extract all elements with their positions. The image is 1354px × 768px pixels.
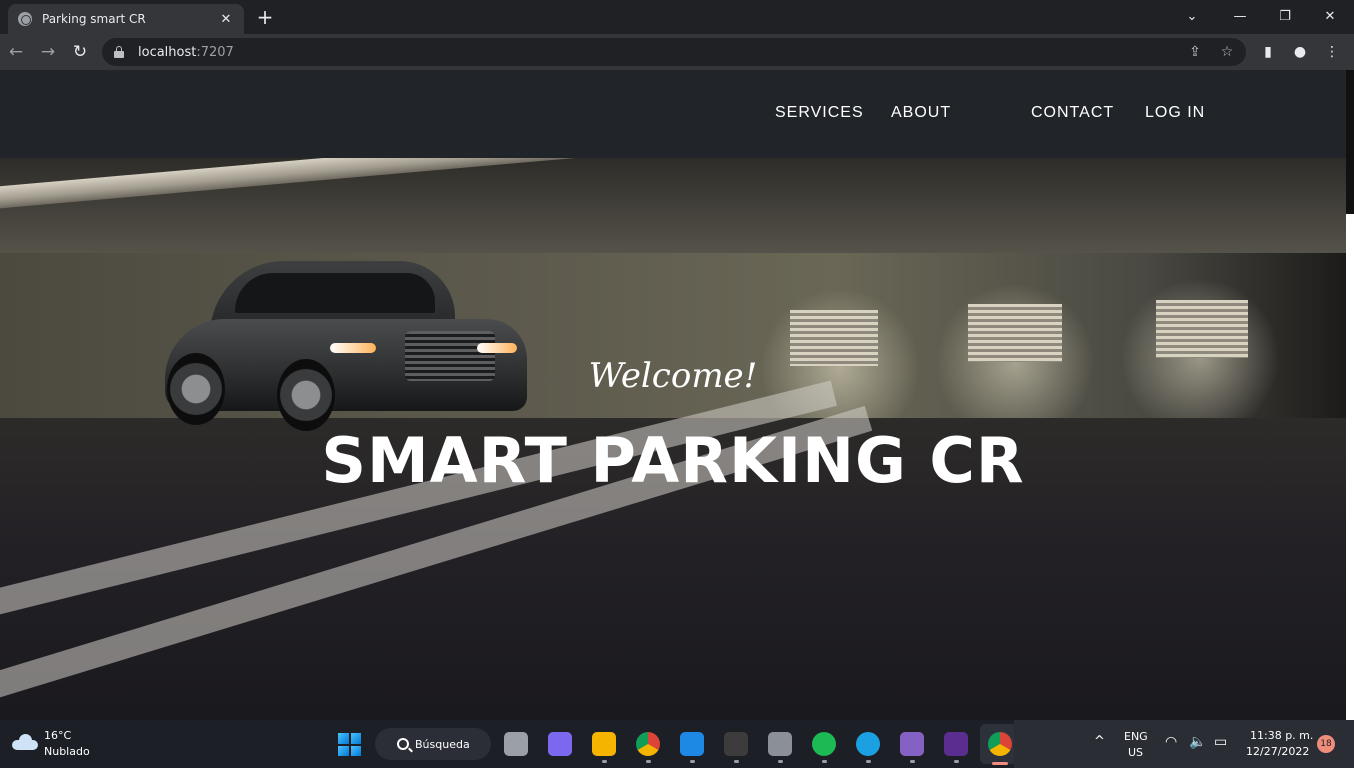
show-hidden-icons-icon[interactable]: ^ [1094,734,1105,749]
start-button[interactable] [338,733,361,756]
hero-bg-vent [1156,300,1248,358]
vscode-icon[interactable] [680,732,704,756]
hero-section: Welcome! SMART PARKING CR [0,158,1346,720]
hero-title: SMART PARKING CR [321,424,1025,497]
browser-toolbar: ← → ↻ localhost:7207 ⇪ ☆ ▮ ● ⋮ [0,34,1354,70]
bookmark-star-icon[interactable]: ☆ [1218,44,1236,60]
menu-icon[interactable]: ⋮ [1322,42,1342,62]
nav-about-link[interactable]: ABOUT [891,104,951,122]
running-app-indicator [954,760,959,763]
running-app-indicator [734,760,739,763]
profile-icon[interactable]: ● [1290,42,1310,62]
side-panel-icon[interactable]: ▮ [1258,42,1278,62]
running-app-indicator [646,760,651,763]
site-navbar: SERVICES ABOUT CONTACT LOG IN [0,70,1346,158]
input-region[interactable]: US [1128,746,1143,759]
nav-services-link[interactable]: SERVICES [775,104,864,122]
task-view-icon[interactable] [504,732,528,756]
system-tray [1014,720,1354,768]
address-bar[interactable]: localhost:7207 ⇪ ☆ [102,38,1246,66]
running-app-indicator [822,760,827,763]
nav-contact-link[interactable]: CONTACT [1031,104,1114,122]
settings-icon[interactable] [768,732,792,756]
web-page: SERVICES ABOUT CONTACT LOG IN Welcome! S… [0,70,1346,720]
active-app-indicator [992,762,1008,765]
edge-icon[interactable] [856,732,880,756]
share-icon[interactable]: ⇪ [1186,44,1204,60]
new-tab-button[interactable]: + [254,6,276,28]
chrome-active-icon[interactable] [988,732,1012,756]
spotify-icon[interactable] [812,732,836,756]
weather-description[interactable]: Nublado [44,745,90,758]
notification-badge[interactable]: 18 [1317,735,1335,753]
browser-tab[interactable]: Parking smart CR ✕ [8,4,244,34]
cloud-icon[interactable] [12,734,38,750]
meet-icon[interactable] [548,732,572,756]
hero-car-image [165,261,530,431]
url-port: :7207 [196,44,234,60]
weather-temperature[interactable]: 16°C [44,729,71,742]
hero-bg-vent [968,304,1062,362]
running-app-indicator [778,760,783,763]
hero-welcome-text: Welcome! [588,356,758,396]
running-app-indicator [866,760,871,763]
taskbar-search[interactable]: Búsqueda [375,728,491,760]
battery-icon[interactable]: ▭ [1214,734,1227,750]
search-icon [397,738,409,750]
forward-button[interactable]: → [36,40,60,64]
tab-search-button[interactable]: ⌄ [1170,4,1214,28]
close-window-button[interactable]: ✕ [1308,4,1352,28]
minimize-button[interactable]: — [1218,4,1262,28]
running-app-indicator [910,760,915,763]
globe-icon [18,12,32,26]
visual-studio-icon[interactable] [900,732,924,756]
url-host: localhost [138,44,197,60]
clock-date[interactable]: 12/27/2022 [1246,745,1309,758]
running-app-indicator [690,760,695,763]
console-icon[interactable] [944,732,968,756]
reload-button[interactable]: ↻ [68,40,92,64]
tab-title: Parking smart CR [42,12,146,26]
wifi-icon[interactable]: ◠ [1165,734,1177,750]
lock-icon[interactable] [114,46,124,58]
volume-icon[interactable]: 🔈 [1189,734,1206,750]
page-scrollbar-thumb[interactable] [1346,214,1354,720]
chrome-icon[interactable] [636,732,660,756]
running-app-indicator [602,760,607,763]
tab-close-icon[interactable]: ✕ [218,12,234,27]
clock-time[interactable]: 11:38 p. m. [1250,729,1313,742]
back-button[interactable]: ← [4,40,28,64]
file-explorer-icon[interactable] [592,732,616,756]
restore-button[interactable]: ❐ [1263,4,1307,28]
windows-taskbar: 16°C Nublado Búsqueda ^ ENG US ◠ 🔈 ▭ 11:… [0,720,1354,768]
input-language[interactable]: ENG [1124,730,1148,743]
nav-login-link[interactable]: LOG IN [1145,104,1205,122]
search-label: Búsqueda [415,737,470,751]
terminal-icon[interactable] [724,732,748,756]
browser-titlebar: Parking smart CR ✕ + ⌄ — ❐ ✕ [0,0,1354,34]
